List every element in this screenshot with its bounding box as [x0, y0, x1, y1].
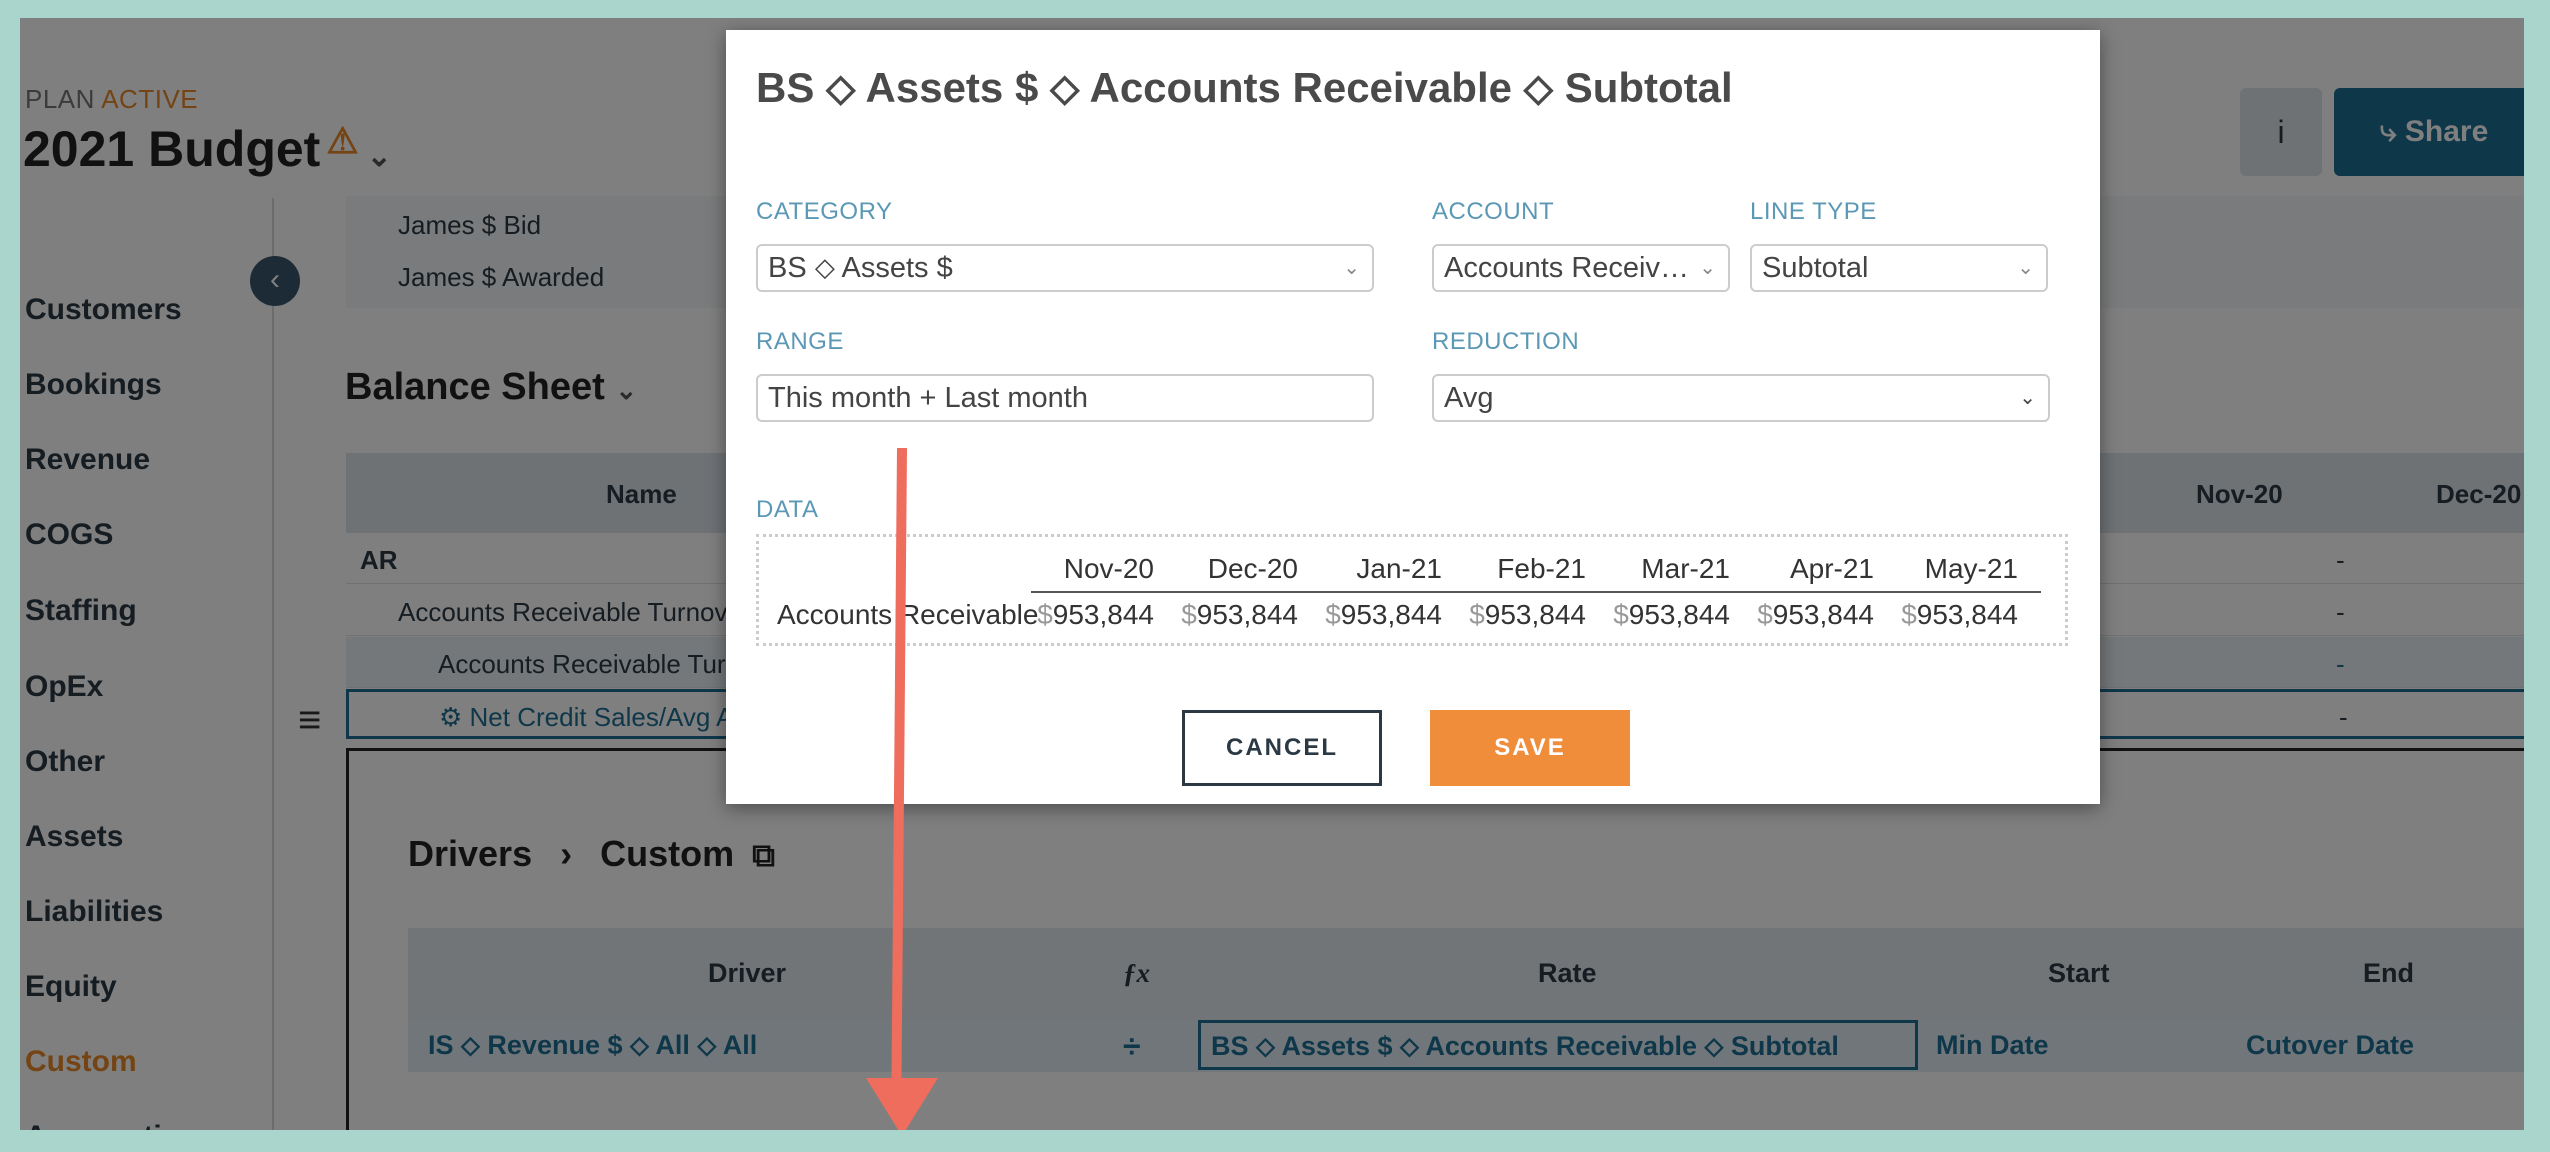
reduction-select[interactable]: Avg ⌄: [1432, 374, 2050, 422]
currency-symbol: $: [1037, 599, 1053, 630]
data-label: DATA: [756, 496, 819, 523]
reduction-label: REDUCTION: [1432, 328, 1580, 355]
data-value: $953,844: [1302, 599, 1442, 631]
data-row-label: Accounts Receivable: [777, 599, 1039, 630]
chevron-down-icon: ⌄: [1343, 257, 1360, 279]
value-text: 953,844: [1916, 599, 2018, 630]
data-preview-table: Accounts Receivable Nov-20 Dec-20 Jan-21…: [756, 534, 2068, 646]
month-header: Dec-20: [1207, 553, 1298, 584]
chevron-down-icon: ⌄: [1699, 257, 1716, 279]
category-value: BS ⬦ Assets $: [768, 252, 953, 284]
data-value: $953,844: [1014, 599, 1154, 631]
month-header: Nov-20: [1063, 553, 1154, 584]
range-label: RANGE: [756, 328, 844, 355]
value-text: 953,844: [1772, 599, 1874, 630]
cancel-button[interactable]: CANCEL: [1182, 710, 1382, 786]
month-header: Jan-21: [1356, 553, 1442, 584]
data-value: $953,844: [1734, 599, 1874, 631]
edit-rate-dialog: BS ⬦ Assets $ ⬦ Accounts Receivable ⬦ Su…: [726, 30, 2100, 804]
data-value: $953,844: [1878, 599, 2018, 631]
dialog-title: BS ⬦ Assets $ ⬦ Accounts Receivable ⬦ Su…: [756, 64, 1733, 111]
line-type-label: LINE TYPE: [1750, 198, 1877, 225]
currency-symbol: $: [1469, 599, 1485, 630]
chevron-down-icon: ⌄: [2019, 387, 2036, 409]
currency-symbol: $: [1613, 599, 1629, 630]
month-header: May-21: [1924, 553, 2018, 584]
month-header: Apr-21: [1789, 553, 1874, 584]
annotation-arrow-head: [866, 1078, 938, 1130]
save-button[interactable]: SAVE: [1430, 710, 1630, 786]
range-value: This month + Last month: [768, 382, 1088, 414]
data-value: $953,844: [1158, 599, 1298, 631]
month-header: Mar-21: [1641, 553, 1730, 584]
currency-symbol: $: [1325, 599, 1341, 630]
currency-symbol: $: [1901, 599, 1917, 630]
data-value: $953,844: [1446, 599, 1586, 631]
value-text: 953,844: [1484, 599, 1586, 630]
value-text: 953,844: [1196, 599, 1298, 630]
account-label: ACCOUNT: [1432, 198, 1555, 225]
value-text: 953,844: [1052, 599, 1154, 630]
currency-symbol: $: [1181, 599, 1197, 630]
month-header: Feb-21: [1497, 553, 1586, 584]
value-text: 953,844: [1340, 599, 1442, 630]
account-value: Accounts Receiv…: [1444, 252, 1689, 284]
chevron-down-icon: ⌄: [2017, 257, 2034, 279]
currency-symbol: $: [1757, 599, 1773, 630]
value-text: 953,844: [1628, 599, 1730, 630]
account-select[interactable]: Accounts Receiv… ⌄: [1432, 244, 1730, 292]
app-frame: PLAN ACTIVE 2021 Budget⚠⌄ i ⤷ Share Cust…: [20, 18, 2524, 1130]
data-value: $953,844: [1590, 599, 1730, 631]
line-type-select[interactable]: Subtotal ⌄: [1750, 244, 2048, 292]
category-label: CATEGORY: [756, 198, 893, 225]
reduction-value: Avg: [1444, 382, 1494, 414]
line-type-value: Subtotal: [1762, 252, 1869, 284]
category-select[interactable]: BS ⬦ Assets $ ⌄: [756, 244, 1374, 292]
header-divider: [1031, 591, 2041, 593]
range-input[interactable]: This month + Last month: [756, 374, 1374, 422]
